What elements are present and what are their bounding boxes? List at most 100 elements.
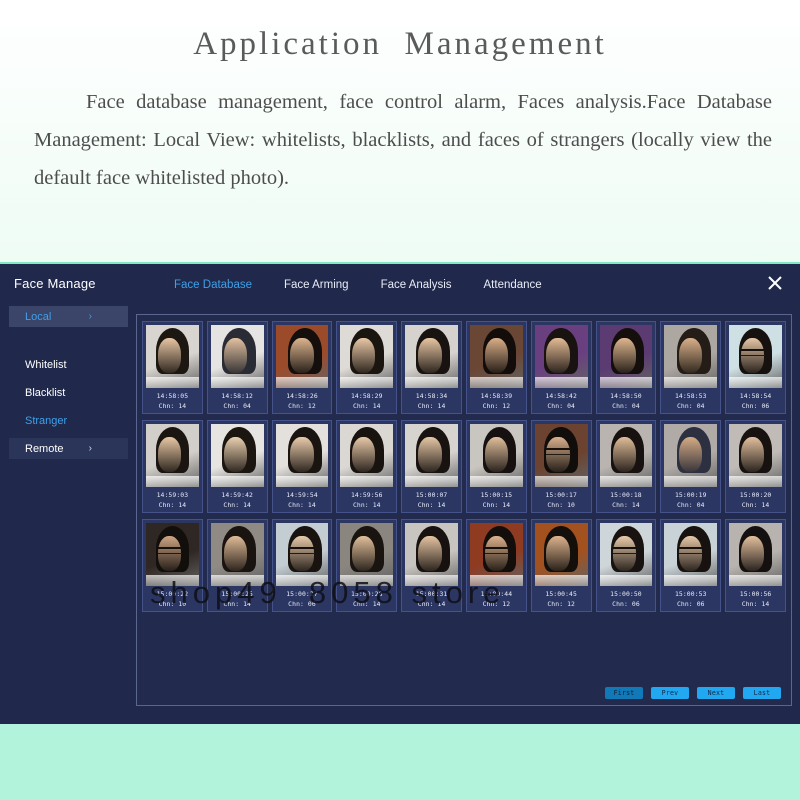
glasses-overlay [290,546,315,554]
capture-time: 14:59:42 [221,491,253,499]
capture-channel: Chn: 12 [288,402,316,410]
capture-channel: Chn: 06 [741,402,770,410]
face-card[interactable]: 15:00:28 Chn: 14 [336,519,398,612]
capture-channel: Chn: 12 [482,402,511,410]
capture-time: 15:00:53 [674,590,707,598]
face-thumbnail [405,424,458,487]
face-card[interactable]: 14:58:26 Chn: 12 [271,321,333,414]
face-card[interactable]: 14:59:54 Chn: 14 [271,420,333,513]
face-thumbnail [534,523,588,586]
face-card[interactable]: 15:00:31 Chn: 14 [401,519,462,612]
face-card[interactable]: 14:58:54 Chn: 06 [725,321,786,414]
face-card[interactable]: 15:00:18 Chn: 14 [595,420,657,513]
screenshot-root: Application Management Face database man… [0,0,800,800]
sidebar-item-local[interactable]: Local › [9,306,128,327]
pagination: First Prev Next Last [605,687,781,699]
capture-channel: Chn: 14 [158,402,187,410]
face-card[interactable]: 14:59:42 Chn: 14 [206,420,268,513]
page-background-bottom [0,724,800,800]
face-card[interactable]: 15:00:56 Chn: 14 [725,519,786,612]
sidebar-item-label: Blacklist [25,386,66,399]
face-thumbnail [664,325,718,388]
face-card[interactable]: 15:00:44 Chn: 12 [465,519,527,612]
capture-channel: Chn: 04 [612,402,640,410]
face-card[interactable]: 15:00:50 Chn: 06 [595,519,657,612]
face-card[interactable]: 15:00:20 Chn: 14 [725,420,786,513]
face-card[interactable]: 15:00:19 Chn: 04 [660,420,722,513]
face-card[interactable]: 15:00:25 Chn: 14 [206,519,268,612]
capture-channel: Chn: 14 [352,501,381,509]
face-thumbnail [340,325,394,388]
sidebar-item-label: Whitelist [25,358,67,371]
face-card[interactable]: 14:58:53 Chn: 04 [660,321,722,414]
face-thumbnail [534,325,588,388]
face-card[interactable]: 15:00:53 Chn: 06 [660,519,722,612]
face-thumbnail [275,325,329,388]
capture-time: 15:00:56 [739,590,772,598]
capture-channel: Chn: 14 [417,402,446,410]
close-icon[interactable] [764,272,786,294]
face-manage-window: Face Manage Face Database Face Arming Face… [0,262,800,724]
sidebar-item-whitelist[interactable]: Whitelist [9,354,128,375]
face-card[interactable]: 14:58:50 Chn: 04 [595,321,657,414]
face-card[interactable]: 15:00:27 Chn: 06 [271,519,333,612]
face-grid-row: 14:59:03 Chn: 14 14:59:42 Chn: 14 14:59:54 Ch… [142,420,786,513]
face-thumbnail [210,325,264,388]
window-titlebar: Face Manage Face Database Face Arming Face… [0,264,800,306]
face-thumbnail [340,523,394,586]
capture-time: 15:00:22 [156,590,189,598]
capture-time: 14:58:05 [156,392,189,400]
sidebar-item-remote[interactable]: Remote › [9,438,128,459]
face-card[interactable]: 15:00:22 Chn: 10 [142,519,203,612]
face-card[interactable]: 14:59:03 Chn: 14 [142,420,203,513]
capture-time: 15:00:18 [610,491,642,499]
capture-time: 15:00:25 [221,590,253,598]
glasses-overlay [546,447,571,455]
capture-time: 15:00:27 [286,590,318,598]
face-card[interactable]: 14:58:12 Chn: 04 [206,321,268,414]
capture-channel: Chn: 12 [482,600,511,608]
window-title: Face Manage [14,276,96,291]
pagination-first-button[interactable]: First [605,687,643,699]
pagination-prev-button[interactable]: Prev [651,687,689,699]
capture-channel: Chn: 04 [676,501,705,509]
sidebar-item-stranger[interactable]: Stranger [9,410,128,431]
capture-channel: Chn: 06 [676,600,705,608]
face-thumbnail [340,424,394,487]
capture-channel: Chn: 14 [223,501,252,509]
face-card[interactable]: 14:58:29 Chn: 14 [336,321,398,414]
capture-time: 15:00:15 [480,491,513,499]
face-thumbnail [664,424,718,487]
face-card[interactable]: 14:59:56 Chn: 14 [336,420,398,513]
glasses-overlay [157,546,182,554]
face-card[interactable]: 14:58:42 Chn: 04 [530,321,592,414]
face-grid: 14:58:05 Chn: 14 14:58:12 Chn: 04 14:58:26 Ch… [142,321,786,612]
face-thumbnail [146,523,199,586]
face-thumbnail [275,424,329,487]
capture-channel: Chn: 14 [417,501,446,509]
capture-time: 14:59:56 [350,491,383,499]
face-card[interactable]: 14:58:39 Chn: 12 [465,321,527,414]
face-card[interactable]: 15:00:15 Chn: 14 [465,420,527,513]
glasses-overlay [484,546,510,554]
face-thumbnail [599,523,653,586]
capture-channel: Chn: 14 [417,600,446,608]
tab-face-arming[interactable]: Face Arming [268,279,365,291]
capture-time: 15:00:31 [415,590,448,598]
capture-time: 14:58:12 [221,392,253,400]
tab-face-analysis[interactable]: Face Analysis [365,279,468,291]
face-card[interactable]: 15:00:17 Chn: 10 [530,420,592,513]
face-card[interactable]: 15:00:45 Chn: 12 [530,519,592,612]
tab-face-database[interactable]: Face Database [158,279,268,291]
tab-attendance[interactable]: Attendance [468,279,558,291]
glasses-overlay [740,348,766,356]
face-card[interactable]: 14:58:34 Chn: 14 [401,321,462,414]
face-card[interactable]: 14:58:05 Chn: 14 [142,321,203,414]
pagination-next-button[interactable]: Next [697,687,735,699]
capture-time: 15:00:45 [545,590,577,598]
pagination-last-button[interactable]: Last [743,687,781,699]
face-thumbnail [599,424,653,487]
face-card[interactable]: 15:00:07 Chn: 14 [401,420,462,513]
sidebar-item-blacklist[interactable]: Blacklist [9,382,128,403]
